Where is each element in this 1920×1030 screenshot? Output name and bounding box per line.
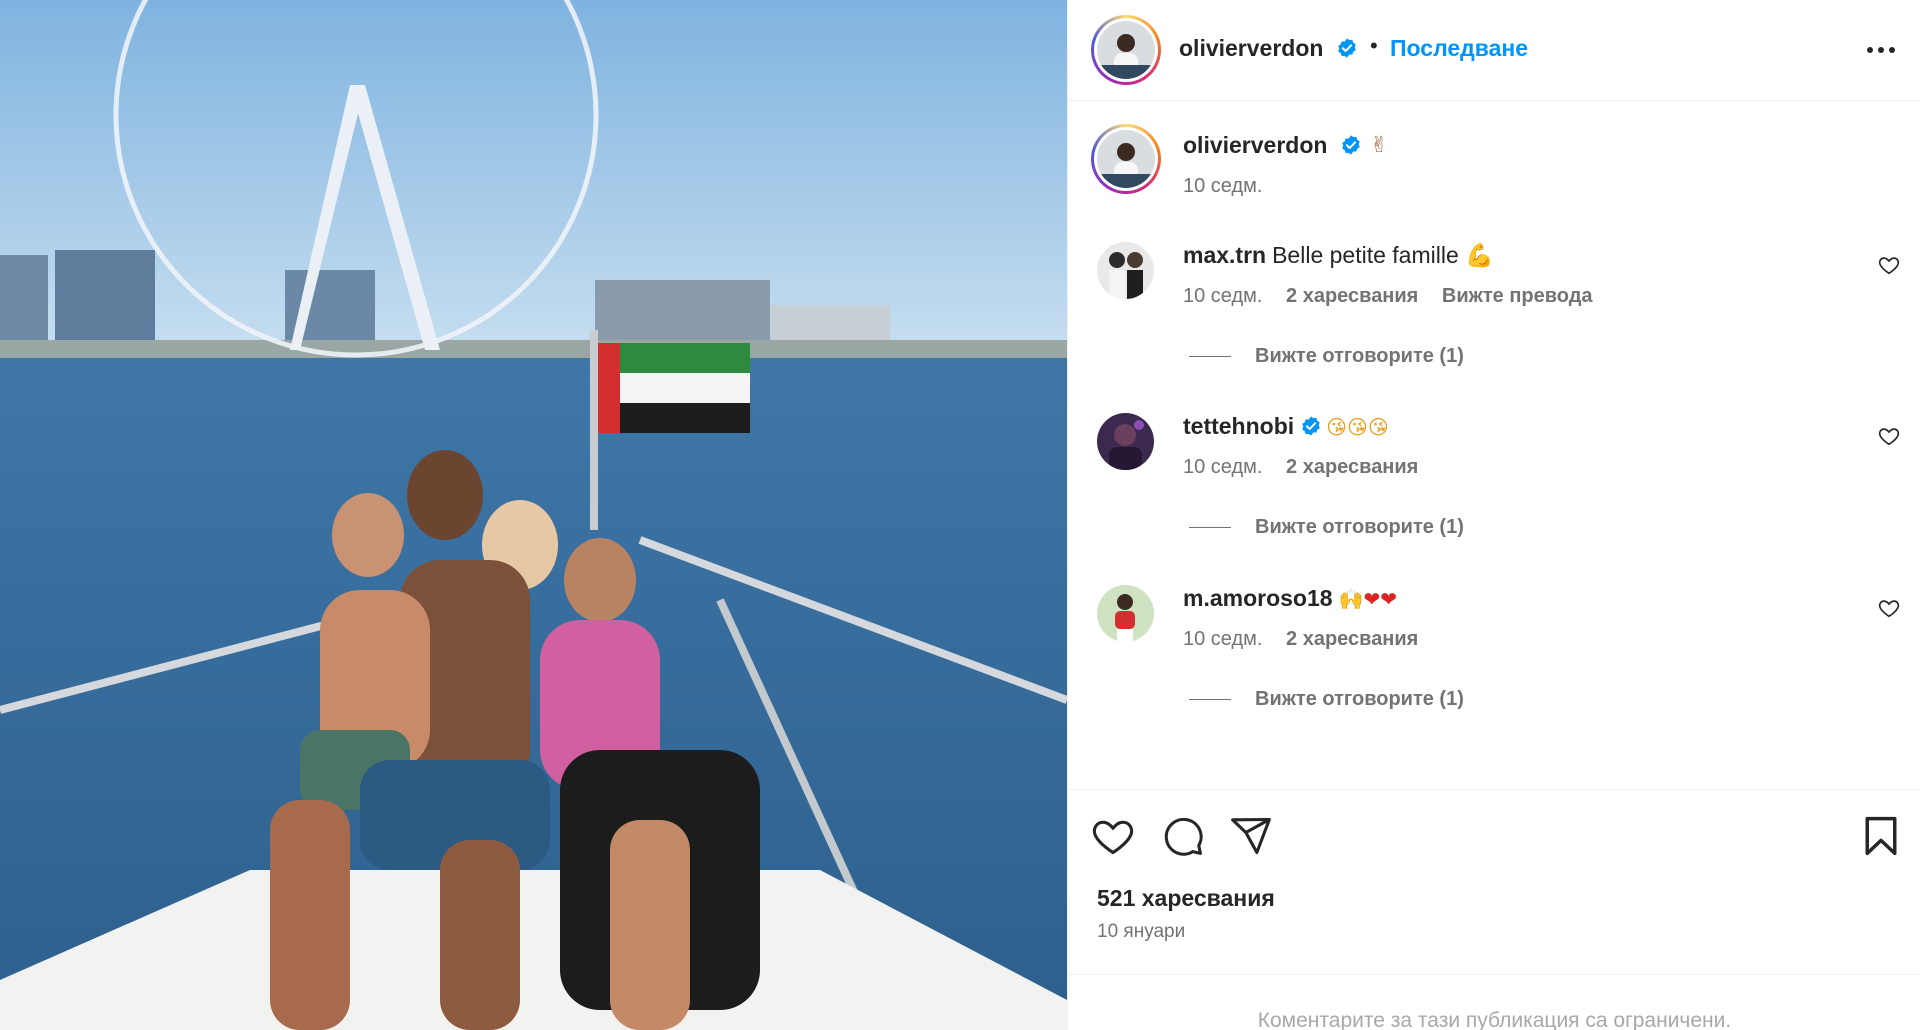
commenter-avatar[interactable] xyxy=(1097,585,1154,642)
comment-timestamp[interactable]: 10 седм. xyxy=(1183,456,1262,478)
view-replies-button[interactable]: Вижте отговорите (1) xyxy=(1189,688,1464,711)
replies-divider xyxy=(1189,356,1231,358)
verified-badge-icon xyxy=(1338,38,1356,58)
replies-divider xyxy=(1189,699,1231,701)
comment-text: Belle petite famille 💪 xyxy=(1272,242,1494,268)
comment-username[interactable]: tettehnobi xyxy=(1183,413,1294,439)
comment-line: tettehnobi 😘😘😘 xyxy=(1183,413,1389,440)
heart-icon[interactable] xyxy=(1878,425,1900,447)
post-date[interactable]: 10 януари xyxy=(1097,921,1185,943)
comment-item: m.amoroso18 🙌❤❤ 10 седм. 2 харесвания Виж… xyxy=(1068,585,1920,755)
comment-line: m.amoroso18 🙌❤❤ xyxy=(1183,585,1397,612)
comment-meta: 10 седм. 2 харесвания xyxy=(1183,456,1436,479)
comment-text: 🙌❤❤ xyxy=(1338,587,1397,611)
caption-text: ✌ xyxy=(1370,133,1389,158)
view-replies-button[interactable]: Вижте отговорите (1) xyxy=(1189,516,1464,539)
view-replies-button[interactable]: Вижте отговорите (1) xyxy=(1189,345,1464,368)
separator-dot: • xyxy=(1370,33,1378,58)
avatar-image xyxy=(1097,21,1155,79)
view-replies-label: Вижте отговорите (1) xyxy=(1255,516,1464,538)
comment-timestamp[interactable]: 10 седм. xyxy=(1183,628,1262,650)
comment-line: max.trn Belle petite famille 💪 xyxy=(1183,242,1494,269)
comments-restricted-notice: Коментарите за тази публикация са ограни… xyxy=(1068,974,1920,1030)
author-username[interactable]: olivierverdon xyxy=(1179,35,1323,62)
more-options-icon[interactable] xyxy=(1863,36,1899,64)
post-header: olivierverdon • Последване xyxy=(1068,0,1920,101)
author-avatar[interactable] xyxy=(1091,15,1161,85)
verified-badge-icon xyxy=(1342,135,1360,155)
caption-timestamp[interactable]: 10 седм. xyxy=(1183,175,1262,198)
see-translation-link[interactable]: Вижте превода xyxy=(1442,285,1593,307)
caption-author-avatar[interactable] xyxy=(1091,124,1161,194)
post-image xyxy=(0,0,1067,1030)
view-replies-label: Вижте отговорите (1) xyxy=(1255,688,1464,710)
comment-text: 😘😘😘 xyxy=(1326,415,1389,439)
comment-likes-link[interactable]: 2 харесвания xyxy=(1286,456,1418,478)
comment-item: tettehnobi 😘😘😘 10 седм. 2 харесвания Виж… xyxy=(1068,413,1920,583)
comment-timestamp[interactable]: 10 седм. xyxy=(1183,285,1262,307)
likes-count[interactable]: 521 харесвания xyxy=(1097,885,1275,912)
view-replies-label: Вижте отговорите (1) xyxy=(1255,345,1464,367)
commenter-avatar[interactable] xyxy=(1097,242,1154,299)
follow-button[interactable]: Последване xyxy=(1390,35,1528,62)
comment-likes-link[interactable]: 2 харесвания xyxy=(1286,628,1418,650)
commenter-avatar[interactable] xyxy=(1097,413,1154,470)
heart-icon[interactable] xyxy=(1091,814,1135,858)
post-side-panel: olivierverdon • Последване olivierverdon… xyxy=(1067,0,1920,1030)
post-photo[interactable] xyxy=(0,0,1067,1030)
comment-username[interactable]: m.amoroso18 xyxy=(1183,585,1333,611)
caption-author-username[interactable]: olivierverdon xyxy=(1183,132,1327,159)
comment-meta: 10 седм. 2 харесвания xyxy=(1183,628,1436,651)
post-actions: 521 харесвания 10 януари xyxy=(1068,789,1920,974)
comment-likes-link[interactable]: 2 харесвания xyxy=(1286,285,1418,307)
comment-meta: 10 седм. 2 харесвания Вижте превода xyxy=(1183,285,1611,308)
heart-icon[interactable] xyxy=(1878,254,1900,276)
comment-username[interactable]: max.trn xyxy=(1183,242,1266,268)
heart-icon[interactable] xyxy=(1878,597,1900,619)
send-icon[interactable] xyxy=(1229,814,1273,858)
verified-badge-icon xyxy=(1302,416,1320,436)
comment-icon[interactable] xyxy=(1161,814,1205,858)
bookmark-icon[interactable] xyxy=(1859,814,1903,858)
avatar-image xyxy=(1097,130,1155,188)
comment-item: max.trn Belle petite famille 💪 10 седм. 2… xyxy=(1068,242,1920,412)
replies-divider xyxy=(1189,527,1231,529)
